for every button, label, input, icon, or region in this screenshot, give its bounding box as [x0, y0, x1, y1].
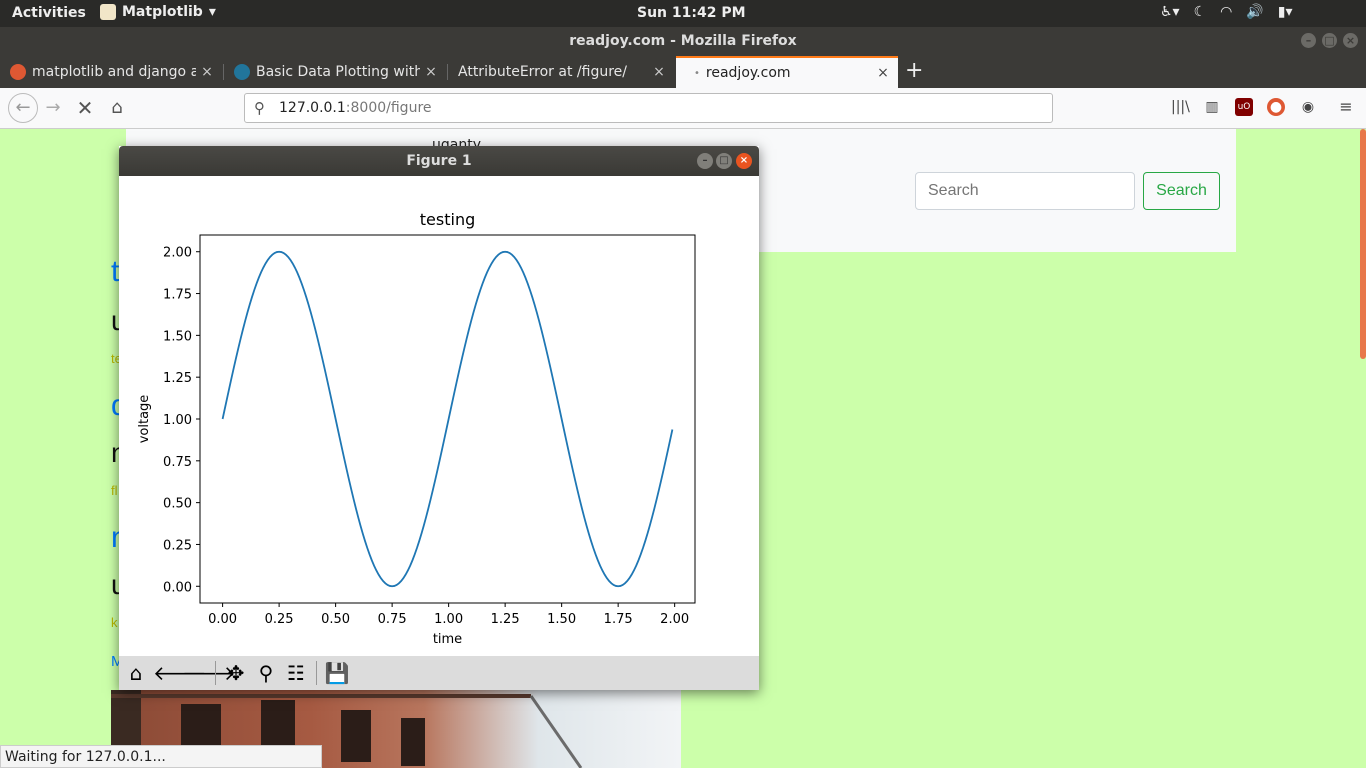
tab-label: Basic Data Plotting with — [256, 64, 420, 80]
x-axis-label: time — [433, 632, 462, 647]
activities-button[interactable]: Activities — [12, 5, 86, 21]
navigation-toolbar: ← → ✕ ⌂ ⚲ 127.0.0.1:8000/figure |||\ ▥ u… — [0, 88, 1366, 129]
search-button[interactable]: Search — [1143, 172, 1220, 210]
y-tick-label: 0.50 — [163, 497, 192, 512]
chevron-down-icon: ▾ — [208, 4, 216, 20]
close-icon[interactable]: × — [1343, 33, 1358, 48]
y-axis-label: voltage — [137, 395, 152, 444]
new-tab-icon[interactable]: + — [905, 58, 923, 83]
axes-frame — [199, 234, 696, 604]
app-menu[interactable]: Matplotlib ▾ — [100, 4, 216, 20]
x-tick-label: 1.50 — [547, 612, 576, 627]
forward-icon[interactable]: → — [41, 96, 65, 120]
x-tick-label: 2.00 — [660, 612, 689, 627]
wordpress-icon — [234, 64, 250, 80]
y-tick-label: 1.00 — [163, 413, 192, 428]
window-title: readjoy.com - Mozilla Firefox — [569, 33, 797, 49]
tab-label: matplotlib and django a — [32, 64, 196, 80]
sidebar-icon[interactable]: ▥ — [1203, 98, 1221, 116]
tab-attribute-error[interactable]: AttributeError at /figure/ × — [448, 56, 674, 88]
post-meta-fragment: k — [111, 615, 118, 630]
pan-icon[interactable]: ✥ — [223, 660, 249, 686]
x-tick-label: 1.00 — [434, 612, 463, 627]
page-scrollbar[interactable] — [1360, 129, 1366, 359]
minimize-icon[interactable]: – — [697, 153, 713, 169]
duckduckgo-extension-icon[interactable]: ● — [1267, 98, 1285, 116]
back-icon[interactable]: ← — [8, 93, 38, 123]
forward-icon[interactable]: 🡒 — [182, 660, 236, 686]
x-tick-label: 0.00 — [208, 612, 237, 627]
y-tick-label: 0.25 — [163, 538, 192, 553]
close-tab-icon[interactable]: × — [196, 64, 218, 80]
y-tick-label: 0.75 — [163, 455, 192, 470]
figure-titlebar[interactable]: Figure 1 – □ × — [119, 146, 759, 176]
tab-label: AttributeError at /figure/ — [458, 64, 627, 80]
x-tick-label: 0.75 — [378, 612, 407, 627]
series-line — [221, 250, 674, 588]
post-meta-fragment: fl — [111, 483, 118, 498]
y-axis-ticks: 0.00 0.25 0.50 0.75 1.00 1.25 1.50 1.75 2.00 — [163, 246, 200, 595]
figure-window: Figure 1 – □ × 0.00 0.25 0.50 0.75 1.00 1.25 1… — [119, 146, 759, 690]
tab-strip: matplotlib and django a × Basic Data Plo… — [0, 56, 1366, 88]
minimize-icon[interactable]: – — [1301, 33, 1316, 48]
url-text[interactable]: 127.0.0.1:8000/figure — [279, 100, 432, 116]
battery-icon[interactable]: ▮▾ — [1278, 4, 1293, 20]
library-icon[interactable]: |||\ — [1171, 98, 1190, 116]
figure-title: Figure 1 — [406, 153, 472, 169]
configure-icon[interactable]: ☷ — [283, 660, 309, 686]
x-axis-ticks: 0.00 0.25 0.50 0.75 1.00 1.25 1.50 1.75 2.00 — [208, 603, 689, 627]
volume-icon[interactable]: 🔊 — [1246, 4, 1263, 20]
home-icon[interactable]: ⌂ — [123, 660, 149, 686]
night-light-icon[interactable]: ☾ — [1194, 4, 1207, 20]
wifi-icon[interactable]: ◠ — [1220, 4, 1232, 20]
status-bar: Waiting for 127.0.0.1... — [0, 745, 322, 768]
loading-dot-icon: • — [694, 67, 700, 79]
app-name: Matplotlib — [122, 4, 203, 20]
x-tick-label: 0.50 — [321, 612, 350, 627]
stop-icon[interactable]: ✕ — [73, 96, 97, 120]
window-controls: – □ × — [1301, 33, 1358, 48]
search-icon: ⚲ — [254, 99, 265, 117]
close-tab-icon[interactable]: × — [420, 64, 442, 80]
tab-basic-data-plotting[interactable]: Basic Data Plotting with × — [224, 56, 446, 88]
chart-title: testing — [420, 210, 475, 229]
system-top-bar: Activities Matplotlib ▾ Sun 11:42 PM ♿▾ … — [0, 0, 1366, 27]
back-icon[interactable]: 🡐 — [153, 660, 207, 686]
tab-readjoy[interactable]: • readjoy.com × — [676, 56, 898, 88]
clock[interactable]: Sun 11:42 PM — [637, 5, 746, 21]
close-tab-icon[interactable]: × — [648, 64, 670, 80]
maximize-icon[interactable]: □ — [716, 153, 732, 169]
y-tick-label: 2.00 — [163, 246, 192, 261]
ublock-icon[interactable]: uO — [1235, 98, 1253, 116]
y-tick-label: 1.75 — [163, 288, 192, 303]
save-icon[interactable]: 💾 — [324, 660, 350, 686]
extension-icon[interactable]: ◉ — [1299, 98, 1317, 116]
system-tray[interactable]: ♿▾ ☾ ◠ 🔊 ▮▾ — [1160, 4, 1293, 20]
plot-canvas[interactable]: 0.00 0.25 0.50 0.75 1.00 1.25 1.50 1.75 2.00 0.0… — [119, 176, 759, 656]
close-tab-icon[interactable]: × — [872, 65, 894, 81]
x-tick-label: 1.75 — [604, 612, 633, 627]
matplotlib-app-icon — [100, 4, 116, 20]
y-tick-label: 1.25 — [163, 371, 192, 386]
home-icon[interactable]: ⌂ — [105, 96, 129, 120]
x-tick-label: 1.25 — [491, 612, 520, 627]
maximize-icon[interactable]: □ — [1322, 33, 1337, 48]
window-titlebar: readjoy.com - Mozilla Firefox – □ × — [0, 27, 1366, 56]
menu-icon[interactable]: ≡ — [1337, 98, 1355, 116]
accessibility-icon[interactable]: ♿▾ — [1160, 4, 1180, 20]
zoom-icon[interactable]: ⚲ — [253, 660, 279, 686]
duckduckgo-icon — [10, 64, 26, 80]
close-icon[interactable]: × — [736, 153, 752, 169]
y-tick-label: 1.50 — [163, 329, 192, 344]
y-tick-label: 0.00 — [163, 580, 192, 595]
figure-toolbar: ⌂ 🡐 🡒 ✥ ⚲ ☷ 💾 — [119, 656, 759, 690]
tab-matplotlib-django[interactable]: matplotlib and django a × — [0, 56, 222, 88]
search-input[interactable] — [915, 172, 1135, 210]
url-bar[interactable]: ⚲ 127.0.0.1:8000/figure — [244, 93, 1053, 123]
tab-label: readjoy.com — [705, 65, 791, 81]
x-tick-label: 0.25 — [265, 612, 294, 627]
